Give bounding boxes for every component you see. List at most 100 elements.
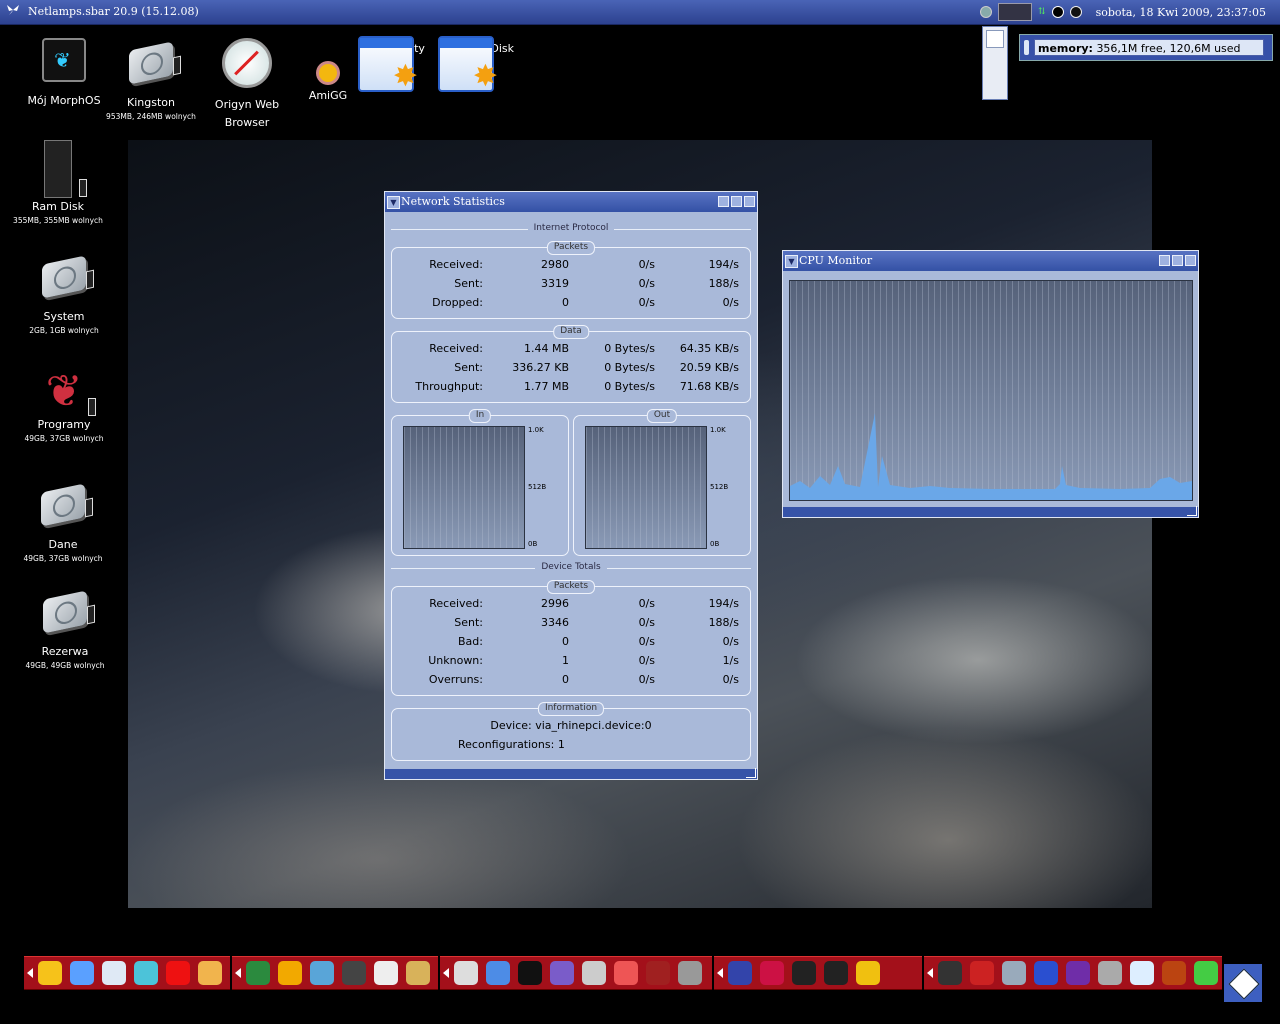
icon-label: Rezerwa <box>41 645 89 658</box>
dock-app-icon[interactable] <box>582 961 606 985</box>
stat-rate: 0 Bytes/s <box>604 342 655 355</box>
stat-row: Throughput: 1.77 MB 0 Bytes/s 71.68 KB/s <box>385 380 757 399</box>
resize-handle[interactable] <box>1187 506 1197 516</box>
reconfigurations: Reconfigurations: 1 <box>458 738 565 751</box>
stat-rate: 0/s <box>638 296 655 309</box>
out-graph-group: Out 1.0K 512B 0B <box>573 409 751 556</box>
dock-app-icon[interactable] <box>1066 961 1090 985</box>
close-icon[interactable]: ▼ <box>387 196 400 209</box>
window-title: CPU Monitor <box>799 254 873 267</box>
dock-menu-button[interactable] <box>1224 964 1262 1002</box>
desktop-icon-system[interactable]: System 2GB, 1GB wolnych <box>14 252 114 336</box>
icon-label: Ram Disk <box>32 200 84 213</box>
dock-app-icon[interactable] <box>310 961 334 985</box>
dock-arrow-icon[interactable] <box>927 968 933 978</box>
dock-app-icon[interactable] <box>614 961 638 985</box>
dock-app-icon[interactable] <box>454 961 478 985</box>
dock-app-icon[interactable] <box>1034 961 1058 985</box>
out-traffic-graph <box>585 426 707 549</box>
dock-app-icon[interactable] <box>678 961 702 985</box>
icon-sublabel: 49GB, 37GB wolnych <box>23 554 103 563</box>
dock-app-icon[interactable] <box>550 961 574 985</box>
dock-app-icon[interactable] <box>134 961 158 985</box>
window-titlebar[interactable]: ▼ CPU Monitor <box>783 251 1198 271</box>
stat-row: Dropped: 0 0/s 0/s <box>385 296 757 315</box>
dock-app-icon[interactable] <box>38 961 62 985</box>
dock-app-icon[interactable] <box>70 961 94 985</box>
dock-app-icon[interactable] <box>374 961 398 985</box>
dock-app-icon[interactable] <box>1002 961 1026 985</box>
drive-icon <box>41 483 93 527</box>
dock-app-icon[interactable] <box>792 961 816 985</box>
icon-sublabel: 355MB, 355MB wolnych <box>13 216 103 225</box>
stat-row: Overruns: 0 0/s 0/s <box>385 673 757 692</box>
stat-row: Received: 1.44 MB 0 Bytes/s 64.35 KB/s <box>385 342 757 361</box>
group-title: Data <box>553 325 589 339</box>
desktop-icon-ram-disk[interactable]: Ram Disk 355MB, 355MB wolnych <box>8 140 108 226</box>
stat-peak: 188/s <box>708 616 739 629</box>
dock-app-icon[interactable] <box>342 961 366 985</box>
cpu-monitor-window: ▼ CPU Monitor <box>782 250 1199 518</box>
memory-grip[interactable] <box>1024 40 1029 55</box>
dock-app-icon[interactable] <box>518 961 542 985</box>
dock-app-icon[interactable] <box>728 961 752 985</box>
iconify-icon[interactable] <box>718 196 729 207</box>
drive-icon <box>42 255 94 299</box>
memory-label: memory: <box>1038 42 1093 55</box>
depth-icon[interactable] <box>744 196 755 207</box>
icon-sublabel: 953MB, 246MB wolnych <box>106 112 196 121</box>
tray-icon-black[interactable] <box>1069 6 1082 18</box>
dock-arrow-icon[interactable] <box>27 968 33 978</box>
desktop-icon-ram-disk-top[interactable]: ✸ Ram Disk <box>438 36 538 94</box>
desktop-icon-programy[interactable]: ❦ Programy 49GB, 37GB wolnych <box>14 368 114 444</box>
dock-app-icon[interactable] <box>1194 961 1218 985</box>
dock-app-icon[interactable] <box>1098 961 1122 985</box>
desktop-icon-kingston[interactable]: Kingston 953MB, 246MB wolnych <box>101 38 201 122</box>
resize-handle[interactable] <box>746 768 756 778</box>
cpu-load-graph <box>789 280 1193 501</box>
zoom-icon[interactable] <box>1172 255 1183 266</box>
ram-chip-icon <box>44 140 87 198</box>
stat-rate: 0/s <box>638 616 655 629</box>
icon-label: Programy <box>37 418 91 431</box>
dock-arrow-icon[interactable] <box>443 968 449 978</box>
stat-total: 0 <box>562 635 569 648</box>
zoom-icon[interactable] <box>731 196 742 207</box>
device-name: Device: via_rhinepci.device:0 <box>490 719 652 732</box>
depth-icon[interactable] <box>1185 255 1196 266</box>
tray-icon-red[interactable] <box>1051 6 1064 18</box>
dock-app-icon[interactable] <box>166 961 190 985</box>
dock-app-icon[interactable] <box>406 961 430 985</box>
dock-group-5 <box>924 956 1222 990</box>
dock-app-icon[interactable] <box>824 961 848 985</box>
close-icon[interactable]: ▼ <box>785 255 798 268</box>
dock-app-icon[interactable] <box>246 961 270 985</box>
dock-app-icon[interactable] <box>486 961 510 985</box>
speaker-icon[interactable] <box>980 6 993 18</box>
dock-app-icon[interactable] <box>1130 961 1154 985</box>
dock-arrow-icon[interactable] <box>235 968 241 978</box>
dock-app-icon[interactable] <box>938 961 962 985</box>
dock-arrow-icon[interactable] <box>717 968 723 978</box>
scroll-knob[interactable] <box>986 30 1004 48</box>
stat-row: Sent: 3319 0/s 188/s <box>385 277 757 296</box>
stat-peak: 194/s <box>708 597 739 610</box>
dock-app-icon[interactable] <box>646 961 670 985</box>
dock-app-icon[interactable] <box>970 961 994 985</box>
ip-header: Internet Protocol <box>385 223 757 233</box>
desktop-icon-rezerwa[interactable]: Rezerwa 49GB, 49GB wolnych <box>15 587 115 671</box>
stat-peak: 1/s <box>722 654 739 667</box>
dock-app-icon[interactable] <box>760 961 784 985</box>
memory-scroller[interactable] <box>982 26 1008 100</box>
desktop-icon-moj-morphos[interactable]: ❦ Mój MorphOS <box>14 38 114 110</box>
window-titlebar[interactable]: ▼ Network Statistics <box>385 192 757 212</box>
desktop-icon-dane[interactable]: Dane 49GB, 37GB wolnych <box>13 480 113 564</box>
dock-app-icon[interactable] <box>1162 961 1186 985</box>
group-title: Packets <box>546 241 596 255</box>
dock-app-icon[interactable] <box>278 961 302 985</box>
dock-app-icon[interactable] <box>856 961 880 985</box>
morphos-butterfly-icon[interactable] <box>6 3 20 17</box>
dock-app-icon[interactable] <box>198 961 222 985</box>
dock-app-icon[interactable] <box>102 961 126 985</box>
iconify-icon[interactable] <box>1159 255 1170 266</box>
